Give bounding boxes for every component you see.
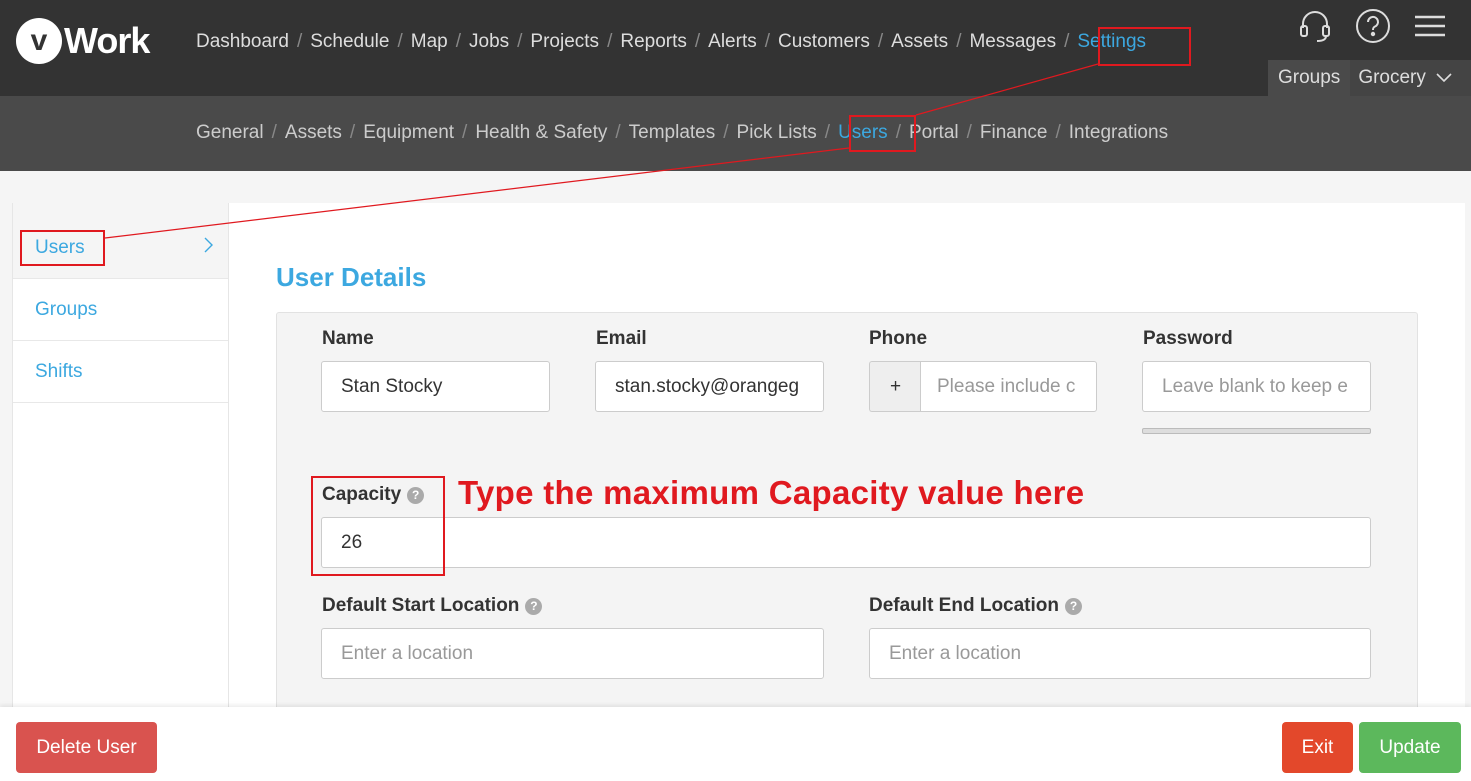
annotation-connector-lines (104, 63, 1099, 239)
footer-action-bar (0, 707, 1471, 781)
exit-button[interactable]: Exit (1282, 722, 1353, 773)
connector-line (915, 63, 1099, 116)
connector-line (104, 147, 850, 239)
delete-user-button[interactable]: Delete User (16, 722, 157, 773)
update-button[interactable]: Update (1359, 722, 1461, 773)
